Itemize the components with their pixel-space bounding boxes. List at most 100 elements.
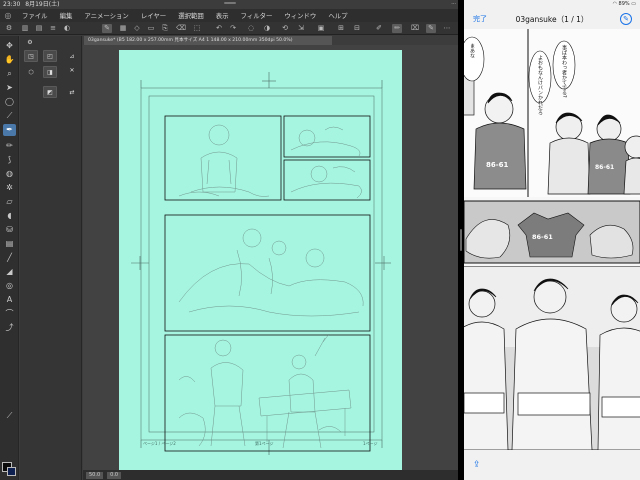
correct-line-icon[interactable]: ⤴ (3, 322, 16, 334)
app-menu-icon[interactable]: ◎ (0, 11, 16, 20)
menu-window[interactable]: ウィンドウ (278, 11, 322, 20)
fill-icon[interactable]: ⛁ (3, 224, 16, 236)
marquee-icon[interactable]: ◌ (246, 24, 256, 33)
multitask-dots[interactable]: ··· (451, 0, 456, 9)
layer-move-icon[interactable]: ◳ (24, 50, 38, 62)
undo-icon[interactable]: ↶ (214, 24, 224, 33)
jersey-text-1: 86-61 (486, 161, 509, 169)
hand-icon[interactable]: ✋ (3, 54, 16, 66)
palette-icon[interactable]: ◐ (62, 24, 72, 33)
jersey-text-2: 86-61 (595, 164, 614, 171)
pen-mode-icon[interactable]: ✎ (102, 24, 112, 33)
airbrush-icon[interactable]: ◍ (3, 168, 16, 180)
figure-icon[interactable]: ╱ (3, 252, 16, 264)
tool-palette: ✥ ✋ ⌕ ➤ ◯ ⟋ ✒ ✏ ⟆ ◍ ✲ ▱ ◖ ⛁ ▤ ╱ ◢ ◎ A ⌒ … (0, 36, 19, 480)
transform-icon[interactable]: ⇲ (296, 24, 306, 33)
snap-icon[interactable]: ⊞ (336, 24, 346, 33)
menu-file[interactable]: ファイル (16, 11, 54, 20)
save-icon[interactable]: ▣ (316, 24, 326, 33)
gradient-icon[interactable]: ▤ (3, 238, 16, 250)
menu-layer[interactable]: レイヤー (135, 11, 172, 20)
pencil-mode-icon[interactable]: ✏ (392, 24, 402, 33)
ruler-icon[interactable]: ◎ (3, 280, 16, 292)
layer-stack-icon[interactable]: ⬡ (24, 66, 38, 78)
layer-props-icon[interactable]: ◨ (43, 66, 57, 78)
draw-icon[interactable]: ✐ (374, 24, 384, 33)
menu-filter[interactable]: フィルター (235, 11, 279, 20)
frame-icon[interactable]: ◢ (3, 266, 16, 278)
canvas-area[interactable]: ページ1 / ページ2 第1ページ 1ページ (83, 45, 458, 470)
viewer-app: ◠ 89% ▭ 完了 03gansuke（1 / 1） ✎ 86-61 86-6… (464, 0, 640, 480)
menu-help[interactable]: ヘルプ (322, 11, 353, 20)
pen-icon[interactable]: ✒ (3, 124, 16, 136)
sub-color-swatch[interactable] (7, 467, 16, 476)
menu-bar: ◎ ファイル 編集 アニメーション レイヤー 選択範囲 表示 フィルター ウィン… (0, 9, 458, 22)
window-grip[interactable] (224, 2, 236, 4)
page-footer-right: 1ページ (363, 441, 378, 446)
eraser-icon[interactable]: ▱ (3, 196, 16, 208)
decoration-icon[interactable]: ✲ (3, 182, 16, 194)
layer-copy-icon[interactable]: ◰ (43, 50, 57, 62)
eraser-mode-icon[interactable]: ⌧ (410, 24, 420, 33)
invert-icon[interactable]: ◑ (262, 24, 272, 33)
selection-icon[interactable]: ⬚ (192, 24, 202, 33)
eyedropper-icon[interactable]: ⟋ (3, 110, 16, 122)
menu-animation[interactable]: アニメーション (78, 11, 134, 20)
rotation-value[interactable]: 0.0 (107, 472, 122, 479)
jersey-text-3: 86-61 (532, 233, 553, 241)
select-icon[interactable]: ➤ (3, 82, 16, 94)
paint-app: 23:30 8月19日(土) ··· ◎ ファイル 編集 アニメーション レイヤー… (0, 0, 458, 480)
shape-icon[interactable]: ◇ (132, 24, 142, 33)
screen: 23:30 8月19日(土) ··· ◎ ファイル 編集 アニメーション レイヤー… (0, 0, 640, 480)
panel-tab-icon[interactable]: ⚙ (23, 36, 37, 48)
zoom-icon[interactable]: ⌕ (3, 68, 16, 80)
menu-view[interactable]: 表示 (210, 11, 235, 20)
settings-icon[interactable]: ⚙ (4, 24, 14, 33)
lasso-icon[interactable]: ◯ (3, 96, 16, 108)
text-icon[interactable]: A (3, 294, 16, 306)
document-tab[interactable]: 03gansuke* (B5 182.00 x 257.00mm 見本サイズ A… (84, 36, 332, 45)
split-view-handle[interactable] (460, 229, 462, 251)
status-time: 23:30 (3, 1, 21, 8)
more-icon[interactable]: ⋯ (442, 24, 452, 33)
speech-text-1: まあな (469, 43, 475, 58)
balloon-icon[interactable]: ⌒ (3, 308, 16, 320)
layer-shape-icon[interactable]: ⊿ (65, 50, 79, 62)
layout-icon[interactable]: ▥ (20, 24, 30, 33)
wifi-icon: ◠ (612, 1, 617, 7)
subtool-shortcut-icon[interactable]: ⟋ (3, 410, 16, 422)
rotate-icon[interactable]: ⟲ (280, 24, 290, 33)
sub-tool-panel: ⚙ ◳ ◰ ⊿ ⬡ ◨ ✕ ◩ ⇄ (20, 36, 82, 480)
copy-icon[interactable]: ⎘ (160, 24, 170, 33)
panel-icon[interactable]: ▤ (34, 24, 44, 33)
layer-edit-icon[interactable]: ◩ (43, 86, 57, 98)
markup-icon[interactable]: ✎ (620, 13, 632, 25)
brush-mode-icon[interactable]: ✎ (426, 24, 436, 33)
share-icon[interactable]: ⇪ (473, 460, 481, 470)
viewer-nav-bar: 完了 03gansuke（1 / 1） ✎ (464, 9, 640, 29)
frame-tool-icon[interactable]: ▭ (146, 24, 156, 33)
redo-icon[interactable]: ↷ (228, 24, 238, 33)
layer-sort-icon[interactable]: ⇄ (65, 86, 79, 98)
page-footer-center: 第1ページ (255, 441, 274, 446)
menu-selection[interactable]: 選択範囲 (172, 11, 210, 20)
layers-icon[interactable]: ≡ (48, 24, 58, 33)
manga-page[interactable]: ページ1 / ページ2 第1ページ 1ページ (119, 50, 402, 470)
grid-icon[interactable]: ▦ (118, 24, 128, 33)
zoom-value[interactable]: 50.0 (86, 472, 104, 479)
ruler-snap-icon[interactable]: ⊟ (352, 24, 362, 33)
viewer-title: 03gansuke（1 / 1） (515, 15, 589, 24)
command-bar: ⚙ ▥ ▤ ≡ ◐ ✎ ▦ ◇ ▭ ⎘ ⌫ ⬚ ↶ ↷ ◌ ◑ ⟲ ⇲ ▣ ⊞ … (0, 22, 458, 35)
clear-icon[interactable]: ⌫ (176, 24, 186, 33)
layer-mask-icon[interactable]: ✕ (65, 64, 79, 76)
comic-preview[interactable]: 86-61 86-61 まあな よおもなんけバンかれだろ 事ぱ本わっ者かてでる?… (464, 29, 640, 450)
menu-edit[interactable]: 編集 (54, 11, 79, 20)
pencil-icon[interactable]: ✏ (3, 140, 16, 152)
blend-icon[interactable]: ◖ (3, 210, 16, 222)
speech-text-3: 事ぱ本わっ者かてでる? (561, 44, 567, 98)
page-footer-left: ページ1 / ページ2 (143, 441, 176, 446)
move-icon[interactable]: ✥ (3, 40, 16, 52)
brush-icon[interactable]: ⟆ (3, 154, 16, 166)
canvas-status-bar: 50.0 0.0 (83, 470, 458, 480)
speech-text-2: よおもなんけバンかれだろ (537, 55, 543, 116)
